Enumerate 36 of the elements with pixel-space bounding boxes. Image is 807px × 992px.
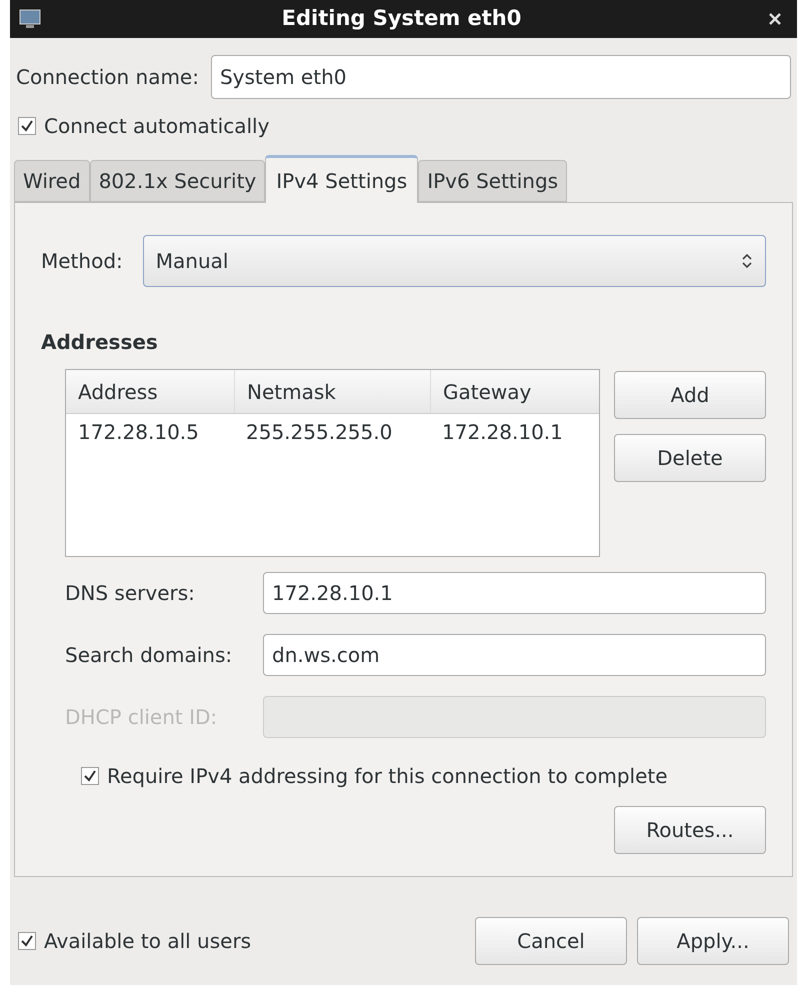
tab[interactable]: Wired xyxy=(14,160,90,202)
dialog-button[interactable]: Apply... xyxy=(637,917,789,965)
table-cell-text: 255.255.255.0 xyxy=(245,419,394,446)
up-down-arrows-icon xyxy=(741,252,753,270)
address-button[interactable]: Delete xyxy=(614,434,766,482)
table-cell-text: 172.28.10.1 xyxy=(441,419,564,446)
routes-button[interactable]: Routes... xyxy=(614,806,766,854)
checkbox[interactable] xyxy=(18,117,36,135)
checkbox[interactable] xyxy=(18,932,36,950)
checkbox-label: Require IPv4 addressing for this connection to complete xyxy=(107,763,668,790)
tab[interactable]: IPv4 Settings xyxy=(265,155,418,203)
column-header[interactable]: Gateway xyxy=(430,370,599,413)
connection-name-field[interactable]: System eth0 xyxy=(210,55,791,99)
field-label: Connection name: xyxy=(16,64,199,91)
section-heading: Addresses xyxy=(41,329,159,356)
tab[interactable]: IPv6 Settings xyxy=(418,160,568,202)
field-label: DNS servers: xyxy=(65,580,196,607)
tab[interactable]: 802.1x Security xyxy=(90,160,266,202)
window-title: Editing System eth0 xyxy=(280,5,522,32)
address-button[interactable]: Add xyxy=(614,371,766,419)
checkbox[interactable] xyxy=(81,767,99,785)
column-header[interactable]: Netmask xyxy=(234,370,430,413)
field-label: Search domains: xyxy=(65,642,234,669)
method-dropdown[interactable]: Manual xyxy=(142,235,766,287)
text-field[interactable]: dn.ws.com xyxy=(263,634,766,676)
field-label: DHCP client ID: xyxy=(65,704,218,731)
dialog-button[interactable]: Cancel xyxy=(475,917,627,965)
monitor-icon xyxy=(18,7,42,31)
field-label: Method: xyxy=(41,248,123,275)
column-header[interactable]: Address xyxy=(66,370,234,413)
dropdown-value: Manual xyxy=(156,248,230,275)
close-icon xyxy=(768,12,782,26)
text-field[interactable]: 172.28.10.1 xyxy=(263,572,766,614)
table-cell-text: 172.28.10.5 xyxy=(77,419,200,446)
checkbox-label: Available to all users xyxy=(44,928,252,955)
checkbox-label: Connect automatically xyxy=(44,113,270,140)
